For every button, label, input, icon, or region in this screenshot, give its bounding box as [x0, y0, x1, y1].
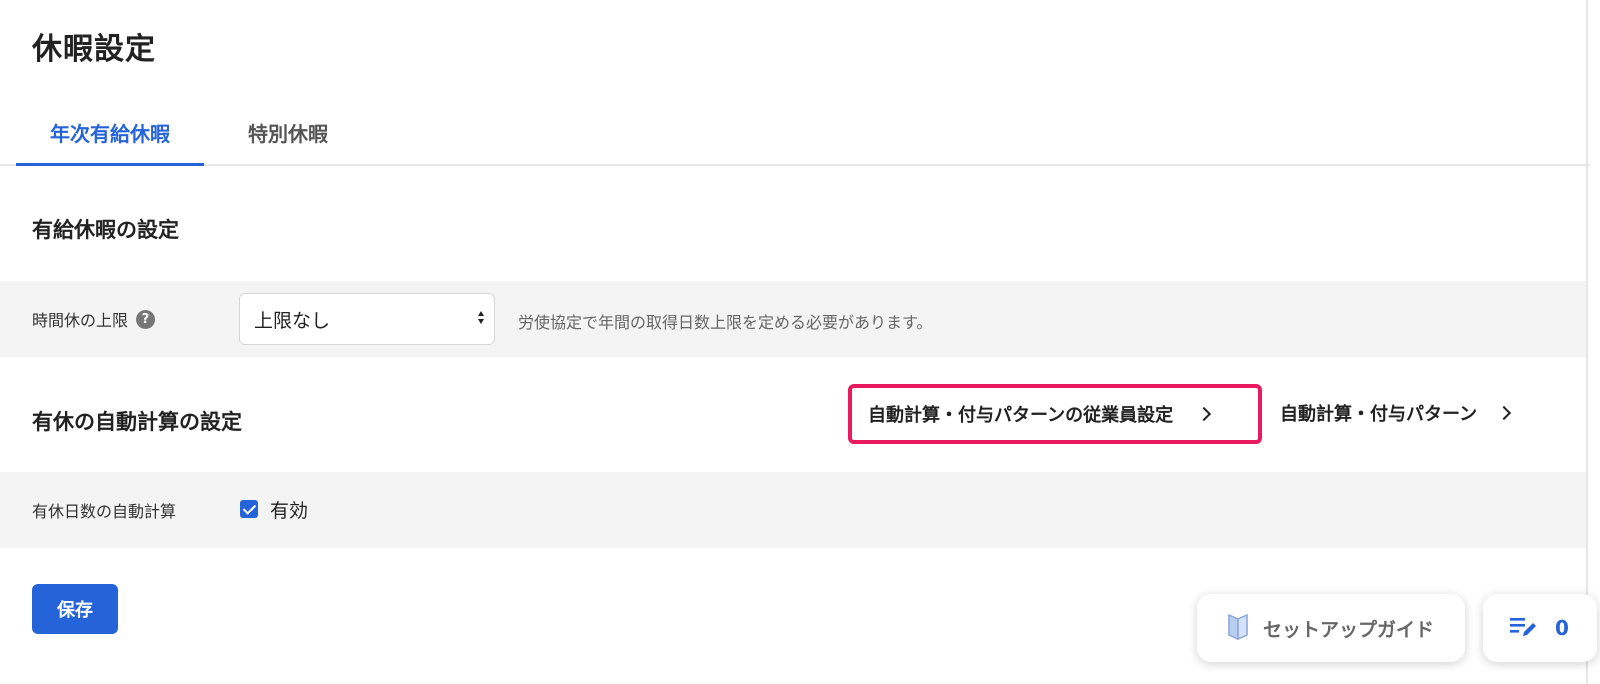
hourly-limit-label: 時間休の上限: [32, 311, 129, 330]
hourly-limit-select-value: 上限なし: [254, 309, 331, 332]
employee-settings-link-label: 自動計算・付与パターンの従業員設定: [868, 405, 1174, 426]
auto-calc-row: 有休日数の自動計算 有効: [0, 472, 1586, 548]
auto-calc-section-heading: 有休の自動計算の設定: [32, 410, 242, 434]
question-circle-icon[interactable]: ?: [136, 309, 156, 329]
chevron-right-icon: [1497, 405, 1512, 421]
tab-annual-paid-leave[interactable]: 年次有給休暇: [16, 118, 204, 166]
edit-list-icon: [1509, 614, 1537, 642]
tab-bar: 年次有給休暇 特別休暇: [0, 118, 1590, 166]
select-arrows-icon: [478, 311, 484, 324]
memo-button[interactable]: 0: [1483, 594, 1597, 662]
hourly-limit-label-group: 時間休の上限 ?: [32, 307, 156, 331]
memo-count: 0: [1555, 616, 1569, 640]
tab-special-leave[interactable]: 特別休暇: [222, 118, 354, 166]
setup-guide-button[interactable]: セットアップガイド: [1197, 594, 1465, 662]
auto-calc-checkbox-label[interactable]: 有効: [270, 496, 308, 523]
setup-guide-label: セットアップガイド: [1263, 618, 1435, 641]
page: 休暇設定 年次有給休暇 特別休暇 有給休暇の設定 時間休の上限 ? 上限なし 労…: [0, 0, 1600, 684]
auto-calc-checkbox[interactable]: [240, 500, 258, 518]
save-button[interactable]: 保存: [32, 584, 118, 634]
book-icon: [1227, 611, 1249, 645]
pattern-link-label: 自動計算・付与パターン: [1280, 404, 1478, 425]
auto-calc-label: 有休日数の自動計算: [32, 502, 177, 521]
hourly-limit-select[interactable]: 上限なし: [239, 293, 495, 345]
page-title: 休暇設定: [32, 32, 156, 67]
pattern-link[interactable]: 自動計算・付与パターン: [1280, 400, 1512, 426]
paid-leave-section-heading: 有給休暇の設定: [32, 218, 179, 242]
hourly-limit-row: 時間休の上限 ? 上限なし 労使協定で年間の取得日数上限を定める必要があります。: [0, 281, 1586, 357]
employee-settings-link[interactable]: 自動計算・付与パターンの従業員設定: [848, 384, 1262, 444]
scrollbar-track[interactable]: [1586, 0, 1588, 684]
chevron-right-icon: [1197, 406, 1212, 422]
hourly-limit-hint: 労使協定で年間の取得日数上限を定める必要があります。: [518, 313, 933, 332]
